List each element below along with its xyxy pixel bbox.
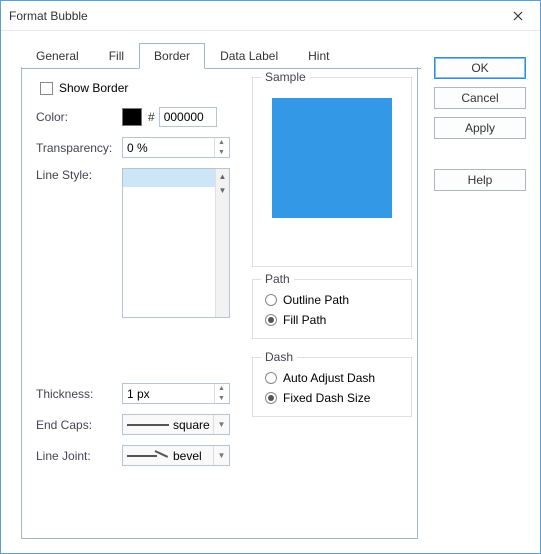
auto-adjust-dash-label: Auto Adjust Dash bbox=[283, 371, 375, 385]
end-caps-preview-icon bbox=[127, 424, 169, 426]
apply-button[interactable]: Apply bbox=[434, 117, 526, 139]
radio-icon bbox=[265, 372, 277, 384]
show-border-row: Show Border bbox=[40, 81, 236, 95]
transparency-row: Transparency: 0 % ▲▼ bbox=[36, 137, 236, 158]
line-style-selected-item[interactable] bbox=[123, 169, 229, 187]
dash-legend: Dash bbox=[261, 350, 297, 364]
cancel-button[interactable]: Cancel bbox=[434, 87, 526, 109]
sample-preview bbox=[272, 98, 392, 218]
transparency-label: Transparency: bbox=[36, 141, 122, 155]
fixed-dash-size-label: Fixed Dash Size bbox=[283, 391, 370, 405]
sample-group: Sample bbox=[252, 77, 412, 267]
end-caps-label: End Caps: bbox=[36, 418, 122, 432]
end-caps-value: square bbox=[173, 418, 210, 432]
radio-icon bbox=[265, 314, 277, 326]
line-joint-label: Line Joint: bbox=[36, 449, 122, 463]
radio-icon bbox=[265, 392, 277, 404]
tab-fill[interactable]: Fill bbox=[94, 43, 139, 68]
tab-panel-border: Show Border Color: # Transparency: 0 % ▲… bbox=[21, 67, 418, 539]
outline-path-option[interactable]: Outline Path bbox=[263, 290, 401, 310]
color-row: Color: # bbox=[36, 107, 236, 127]
spinner-arrows[interactable]: ▲▼ bbox=[214, 384, 228, 403]
line-style-row: Line Style: ▲ ▼ bbox=[36, 168, 236, 318]
auto-adjust-dash-option[interactable]: Auto Adjust Dash bbox=[263, 368, 401, 388]
dialog-window: Format Bubble General Fill Border Data L… bbox=[0, 0, 541, 554]
color-hex-input[interactable] bbox=[159, 107, 217, 127]
titlebar: Format Bubble bbox=[1, 1, 540, 31]
path-legend: Path bbox=[261, 272, 294, 286]
line-joint-preview-icon bbox=[127, 451, 171, 460]
chevron-down-icon[interactable]: ▼ bbox=[214, 148, 228, 158]
color-label: Color: bbox=[36, 110, 122, 124]
fixed-dash-size-option[interactable]: Fixed Dash Size bbox=[263, 388, 401, 408]
chevron-down-icon[interactable]: ▼ bbox=[213, 415, 229, 434]
path-group: Path Outline Path Fill Path bbox=[252, 279, 412, 339]
ok-button[interactable]: OK bbox=[434, 57, 526, 79]
radio-icon bbox=[265, 294, 277, 306]
end-caps-combo[interactable]: square ▼ bbox=[122, 414, 230, 435]
line-joint-combo[interactable]: bevel ▼ bbox=[122, 445, 230, 466]
listbox-scrollbar[interactable]: ▲ ▼ bbox=[215, 169, 229, 317]
tab-general[interactable]: General bbox=[21, 43, 94, 68]
fill-path-label: Fill Path bbox=[283, 313, 326, 327]
end-caps-row: End Caps: square ▼ bbox=[36, 414, 246, 435]
thickness-label: Thickness: bbox=[36, 387, 122, 401]
transparency-spinner[interactable]: 0 % ▲▼ bbox=[122, 137, 230, 158]
chevron-up-icon[interactable]: ▲ bbox=[216, 169, 229, 183]
border-lower-rows: Thickness: 1 px ▲▼ End Caps: square ▼ L bbox=[36, 383, 246, 476]
chevron-up-icon[interactable]: ▲ bbox=[214, 384, 228, 394]
line-style-listbox[interactable]: ▲ ▼ bbox=[122, 168, 230, 318]
thickness-row: Thickness: 1 px ▲▼ bbox=[36, 383, 246, 404]
show-border-checkbox[interactable] bbox=[40, 82, 53, 95]
dialog-buttons: OK Cancel Apply Help bbox=[434, 57, 526, 191]
dash-group: Dash Auto Adjust Dash Fixed Dash Size bbox=[252, 357, 412, 417]
tab-hint[interactable]: Hint bbox=[293, 43, 344, 68]
sample-legend: Sample bbox=[261, 70, 310, 84]
spinner-arrows[interactable]: ▲▼ bbox=[214, 138, 228, 157]
close-icon bbox=[513, 11, 523, 21]
thickness-value: 1 px bbox=[127, 387, 150, 401]
outline-path-label: Outline Path bbox=[283, 293, 349, 307]
tab-data-label[interactable]: Data Label bbox=[205, 43, 293, 68]
fill-path-option[interactable]: Fill Path bbox=[263, 310, 401, 330]
chevron-down-icon[interactable]: ▼ bbox=[214, 394, 228, 404]
line-joint-value: bevel bbox=[173, 449, 202, 463]
thickness-spinner[interactable]: 1 px ▲▼ bbox=[122, 383, 230, 404]
line-joint-row: Line Joint: bevel ▼ bbox=[36, 445, 246, 466]
hash-symbol: # bbox=[148, 110, 155, 124]
tab-bar: General Fill Border Data Label Hint bbox=[21, 43, 421, 69]
chevron-up-icon[interactable]: ▲ bbox=[214, 138, 228, 148]
dialog-content: General Fill Border Data Label Hint OK C… bbox=[1, 31, 540, 553]
chevron-down-icon[interactable]: ▼ bbox=[216, 183, 229, 197]
tab-border[interactable]: Border bbox=[139, 43, 205, 69]
transparency-value: 0 % bbox=[127, 141, 148, 155]
show-border-label: Show Border bbox=[59, 81, 128, 95]
color-swatch[interactable] bbox=[122, 108, 142, 126]
line-style-label: Line Style: bbox=[36, 168, 122, 182]
close-button[interactable] bbox=[498, 2, 538, 30]
chevron-down-icon[interactable]: ▼ bbox=[213, 446, 229, 465]
border-form-column: Show Border Color: # Transparency: 0 % ▲… bbox=[36, 81, 236, 328]
help-button[interactable]: Help bbox=[434, 169, 526, 191]
window-title: Format Bubble bbox=[9, 9, 88, 23]
